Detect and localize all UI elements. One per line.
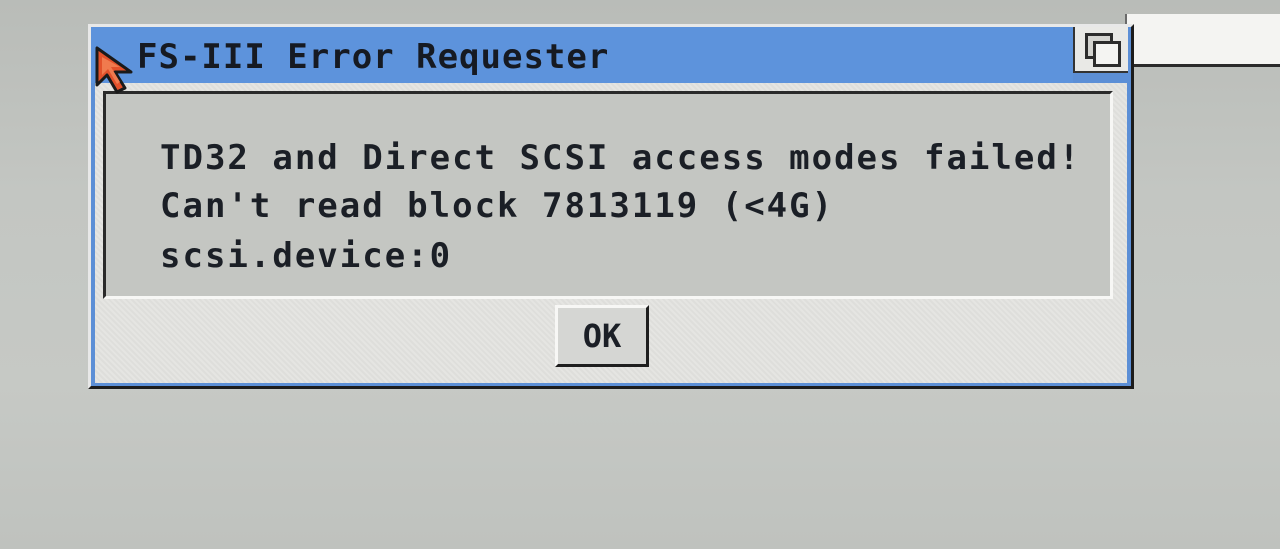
message-line: scsi.device:0 xyxy=(160,236,453,276)
message-line: TD32 and Direct SCSI access modes failed… xyxy=(160,138,1082,178)
mouse-pointer-icon xyxy=(95,46,133,94)
depth-gadget[interactable] xyxy=(1073,27,1128,73)
window-title: FS-III Error Requester xyxy=(137,37,610,77)
message-line: Can't read block 7813119 (<4G) xyxy=(160,186,835,226)
requester-body: TD32 and Direct SCSI access modes failed… xyxy=(95,83,1127,383)
ok-button[interactable]: OK xyxy=(555,305,649,367)
workbench-screen: FS-III Error Requester TD32 and Direct S… xyxy=(0,0,1280,549)
background-window xyxy=(1125,14,1280,67)
message-box: TD32 and Direct SCSI access modes failed… xyxy=(103,91,1113,299)
title-bar[interactable]: FS-III Error Requester xyxy=(91,27,1073,83)
error-requester-window: FS-III Error Requester TD32 and Direct S… xyxy=(88,24,1134,389)
